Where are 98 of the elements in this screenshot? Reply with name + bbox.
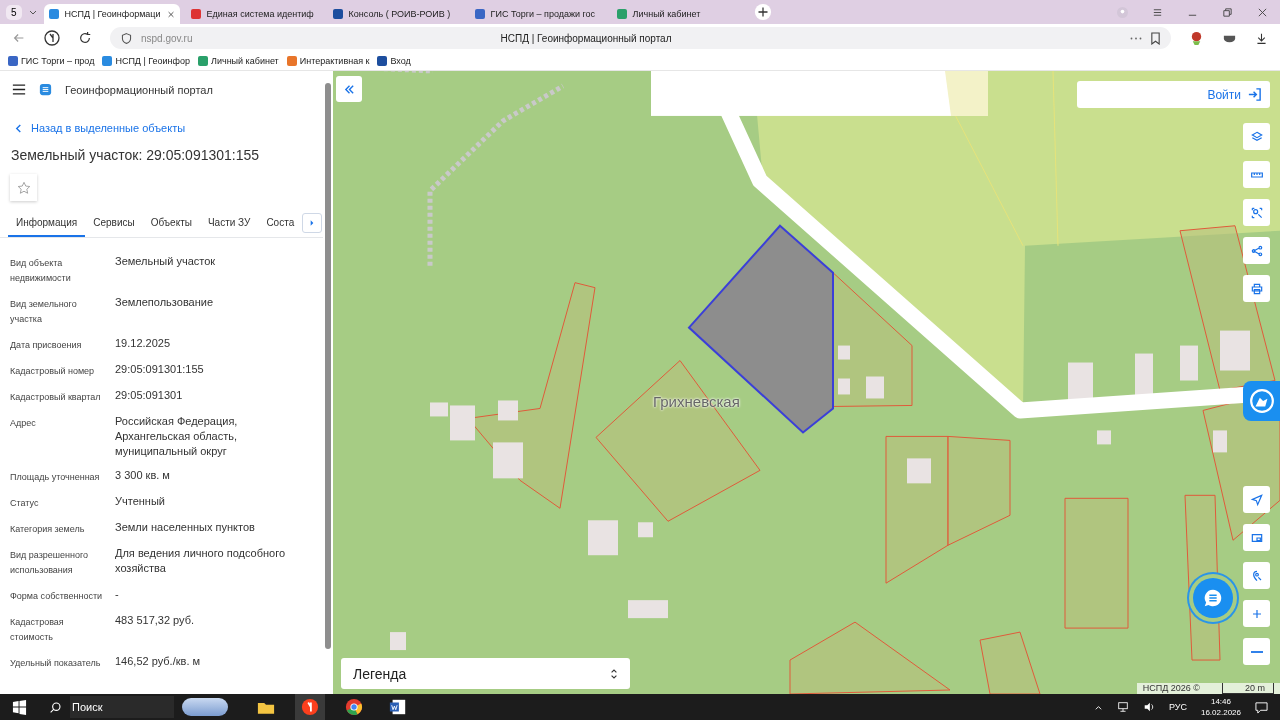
portal-title: Геоинформационный портал [65, 83, 213, 96]
property-label: Статус [10, 497, 40, 510]
property-label: Форма собственности [10, 590, 104, 603]
zoom-out-button[interactable] [1243, 638, 1270, 665]
property-label: Категория земель [10, 523, 86, 536]
address-bar[interactable]: nspd.gov.ru НСПД | Геоинформационный портал [110, 27, 1171, 49]
property-value: 19.12.2025 [115, 336, 172, 351]
area-select-button[interactable] [1243, 199, 1270, 226]
map-search-button[interactable] [1243, 562, 1270, 589]
property-value: - [115, 587, 120, 602]
browser-tab[interactable]: Консоль ( РОИВ-РОИВ ) [327, 4, 464, 24]
ruler-button[interactable] [1243, 161, 1270, 188]
volume-icon[interactable] [1142, 701, 1155, 713]
info-tab[interactable]: Объекты [142, 213, 200, 237]
bookmark-link[interactable]: Вход [377, 56, 411, 66]
property-label: Кадастровый квартал [10, 391, 102, 404]
browser-tab[interactable]: ГИС Торги – продажи гос [469, 4, 606, 24]
layers-button[interactable] [1243, 123, 1270, 150]
extension-icon[interactable] [1189, 30, 1204, 46]
property-value: 483 517,32 руб. [115, 613, 196, 628]
info-tab[interactable]: Соста [258, 213, 303, 237]
page-title: НСПД | Геоинформационный портал [500, 32, 672, 44]
url-text: nspd.gov.ru [141, 32, 193, 44]
property-label: Адрес [10, 417, 37, 430]
property-label: Вид разрешенного использования [10, 549, 90, 577]
property-value: 29:05:091301:155 [115, 362, 205, 377]
property-label: Площадь уточненная [10, 471, 101, 484]
property-value: 3 300 кв. м [115, 468, 171, 483]
property-label: Удельный показатель [10, 657, 102, 670]
info-tab[interactable]: Информация [8, 213, 86, 237]
shield-icon [120, 31, 133, 45]
portal-logo-icon [38, 82, 53, 97]
place-label: Грихневская [653, 393, 740, 410]
info-tab[interactable]: Сервисы [85, 213, 143, 237]
search-banner-picture [182, 698, 228, 716]
tab-counter[interactable]: 5 [6, 4, 22, 20]
legend-dropdown[interactable]: Легенда [341, 658, 630, 689]
up-down-caret-icon [610, 667, 618, 680]
bookmark-link[interactable]: Личный кабинет [198, 56, 279, 66]
clock-date: 16.02.2026 [1200, 707, 1241, 718]
property-value: Учтенный [115, 494, 166, 509]
restore-icon[interactable] [1222, 6, 1233, 18]
picture-in-picture-button[interactable] [1243, 524, 1270, 551]
chat-icon [1202, 587, 1224, 609]
login-icon [1247, 87, 1262, 102]
search-field[interactable]: Поиск [70, 696, 174, 718]
bookmark-link[interactable]: Интерактивная к [286, 56, 370, 66]
zoom-in-button[interactable] [1243, 600, 1270, 627]
browser-tab[interactable]: НСПД | Геоинформаци [43, 4, 180, 24]
locate-icon [1248, 491, 1265, 508]
property-label: Вид объекта недвижимости [10, 257, 72, 285]
bookmark-link[interactable]: ГИС Торги – прод [8, 56, 95, 66]
network-icon[interactable] [1116, 701, 1129, 713]
browser-app-icon[interactable] [295, 694, 325, 720]
zoom-out-icon [1249, 649, 1264, 654]
close-icon[interactable] [166, 9, 175, 19]
property-value: Земли населенных пунктов [115, 520, 256, 535]
attribution-text: НСПД 2026 © [1142, 683, 1200, 694]
new-tab-icon[interactable] [753, 3, 772, 21]
back-link[interactable]: Назад в выделенные объекты [0, 108, 323, 134]
share-button[interactable] [1243, 237, 1270, 264]
search-icon [49, 700, 62, 714]
locate-button[interactable] [1243, 486, 1270, 513]
clock-time: 14:46 [1210, 696, 1231, 707]
collapse-panel-button[interactable] [336, 76, 362, 102]
download-icon[interactable] [1255, 31, 1268, 45]
bookmark-icon[interactable] [1150, 31, 1161, 45]
property-value: 29:05:091301 [115, 388, 184, 403]
star-icon [16, 180, 31, 195]
property-value: 146,52 руб./кв. м [115, 654, 202, 669]
notifications-icon[interactable] [1255, 700, 1268, 714]
scrollbar[interactable] [325, 83, 331, 649]
windows-start-icon[interactable] [12, 699, 27, 715]
menu-icon[interactable] [12, 84, 26, 95]
print-button[interactable] [1243, 275, 1270, 302]
bookmark-link[interactable]: НСПД | Геоинфор [102, 56, 190, 66]
property-value: Землепользование [115, 295, 215, 310]
back-arrow-icon[interactable] [12, 31, 26, 45]
reload-icon[interactable] [78, 31, 92, 45]
browser-tab[interactable]: Единая система идентиф [185, 4, 322, 24]
property-value: Земельный участок [115, 254, 217, 269]
side-panel-button[interactable] [1243, 381, 1280, 421]
property-value: Для ведения личного подсобного хозяйства [115, 546, 287, 576]
property-label: Кадастровый номер [10, 365, 96, 378]
property-label: Вид земельного участка [10, 298, 78, 326]
login-button[interactable]: Войти [1077, 81, 1270, 108]
chevron-left-icon [14, 123, 23, 133]
info-tab[interactable]: Части ЗУ [199, 213, 259, 237]
chevron-right-icon [310, 220, 315, 226]
object-heading: Земельный участок: 29:05:091301:155 [10, 146, 261, 163]
double-chevron-left-icon [343, 83, 355, 95]
browser-tab[interactable]: Личный кабинет [611, 4, 748, 24]
language-indicator[interactable]: РУС [1168, 702, 1187, 712]
more-icon[interactable] [1130, 35, 1142, 41]
property-label: Дата присвоения [10, 339, 83, 352]
property-value: Российская Федерация, Архангельская область, муниципальный округ [115, 414, 239, 459]
close-icon[interactable] [1257, 6, 1268, 18]
property-label: Кадастровая стоимость [10, 616, 65, 644]
